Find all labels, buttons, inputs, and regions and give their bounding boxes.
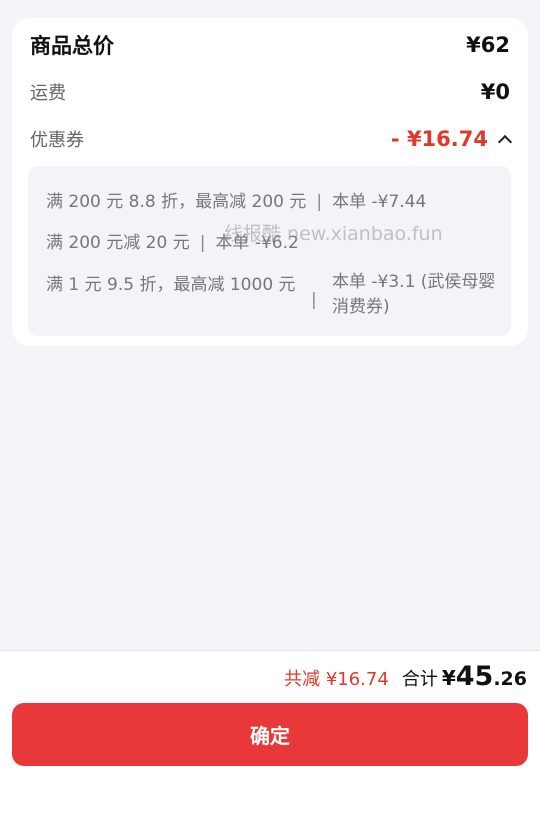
shipping-row: 运费 ¥0 bbox=[30, 77, 510, 107]
coupon-item: 满 200 元 8.8 折，最高减 200 元 | 本单 -¥7.44 bbox=[46, 187, 426, 212]
coupon-separator: | bbox=[316, 192, 323, 212]
total-saved: 共减 ¥16.74 bbox=[284, 669, 389, 690]
goods-total-label: 商品总价 bbox=[30, 34, 114, 58]
total-currency: ¥ bbox=[441, 666, 456, 690]
coupon-list: 满 200 元 8.8 折，最高减 200 元 | 本单 -¥7.44 满 200 … bbox=[28, 166, 511, 336]
total-amount-integer: 45 bbox=[455, 661, 494, 692]
coupon-separator: | bbox=[199, 233, 206, 253]
price-summary-card: 商品总价 ¥62 运费 ¥0 优惠券 - ¥16.74 满 200 元 8.8 … bbox=[12, 18, 528, 346]
total-amount-decimal: .26 bbox=[493, 668, 527, 690]
total-label: 合计 bbox=[401, 669, 438, 690]
coupon-separator: | bbox=[311, 290, 317, 310]
coupon-row[interactable]: 优惠券 - ¥16.74 bbox=[30, 124, 513, 154]
chevron-up-icon[interactable] bbox=[497, 134, 513, 149]
total-summary: 共减 ¥16.74 合计 ¥ 45 .26 bbox=[284, 661, 527, 692]
goods-total-value: ¥62 bbox=[466, 33, 510, 57]
coupon-saving: 本单 -¥3.1 (武侯母婴消费券) bbox=[332, 272, 496, 317]
coupon-discount-value: - ¥16.74 bbox=[390, 127, 488, 151]
coupon-item: 满 200 元减 20 元 | 本单 -¥6.2 bbox=[46, 228, 299, 253]
coupon-rule: 满 200 元减 20 元 bbox=[46, 233, 190, 253]
coupon-toggle[interactable]: - ¥16.74 bbox=[390, 127, 513, 151]
shipping-label: 运费 bbox=[30, 83, 66, 104]
coupon-saving: 本单 -¥6.2 bbox=[215, 233, 299, 253]
coupon-rule: 满 200 元 8.8 折，最高减 200 元 bbox=[46, 192, 307, 212]
coupon-saving: 本单 -¥7.44 bbox=[332, 192, 427, 212]
shipping-value: ¥0 bbox=[480, 80, 510, 104]
confirm-button[interactable]: 确定 bbox=[12, 703, 528, 766]
goods-total-row: 商品总价 ¥62 bbox=[30, 30, 510, 60]
checkout-footer: 共减 ¥16.74 合计 ¥ 45 .26 确定 bbox=[0, 650, 540, 820]
coupon-rule: 满 1 元 9.5 折，最高减 1000 元 bbox=[46, 275, 296, 295]
coupon-label: 优惠券 bbox=[30, 130, 84, 151]
